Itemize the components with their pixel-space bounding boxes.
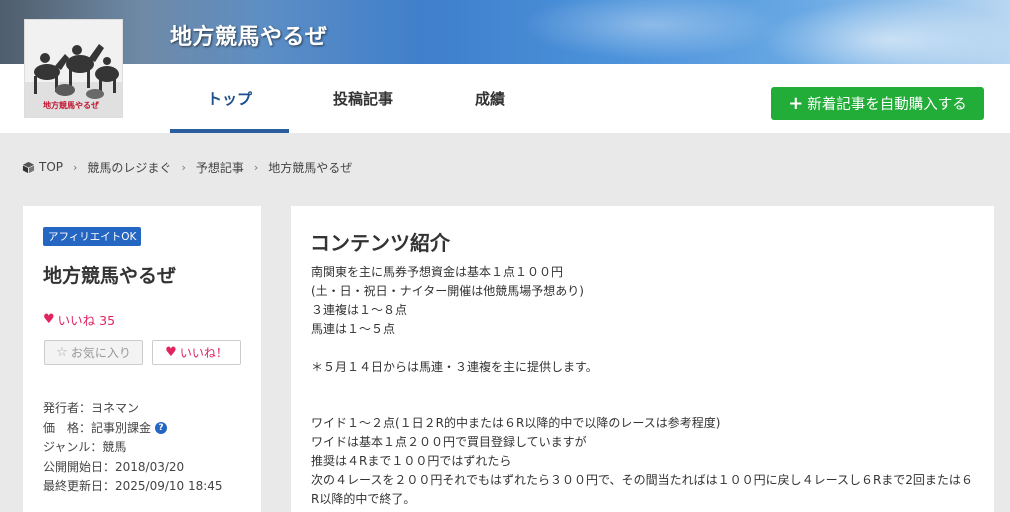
breadcrumb-current: 地方競馬やるぜ [268,160,353,175]
likes-count: ♥ いいね 35 [43,310,115,329]
meta-start-date-text: 公開開始日：2018/03/20 [43,459,185,474]
tab-top[interactable]: トップ [170,64,289,133]
meta-genre-text[interactable]: ジャンル：競馬 [43,438,126,458]
content-line: (土・日・祝日・ナイター開催は他競馬場予想あり) [311,283,584,298]
favorite-label: お気に入り [70,346,131,360]
breadcrumb-predictions[interactable]: 予想記事 [196,159,244,176]
content-body: 南関東を主に馬券予想資金は基本１点１００円 (土・日・祝日・ナイター開催は他競馬… [311,263,976,509]
auto-purchase-label: 新着記事を自動購入する [807,97,967,113]
chevron-right-icon: › [253,160,259,174]
content-line: R以降的中で終了。 [311,491,416,506]
meta-updated-text: 最終更新日：2025/09/10 18:45 [43,479,223,493]
breadcrumb-top[interactable]: TOP [39,160,63,174]
favorite-button[interactable]: ☆ お気に入り [44,340,143,365]
meta-publisher: 発行者：ヨネマン [43,399,223,419]
banner-cloud [520,0,780,60]
logo-caption: 地方競馬やるぜ [43,101,99,110]
content-line [311,339,976,358]
site-title[interactable]: 地方競馬やるぜ [170,19,328,51]
content-heading: コンテンツ紹介 [310,231,450,255]
affiliate-badge: アフィリエイトOK [43,227,142,246]
content-line: 南関東を主に馬券予想資金は基本１点１００円 [311,265,564,279]
magazine-title: 地方競馬やるぜ [43,265,177,287]
like-button[interactable]: ♥ いいね！ [152,340,241,365]
heart-icon: ♥ [43,312,55,327]
like-label: いいね！ [179,346,228,360]
chevron-right-icon: › [73,160,78,174]
tab-posts[interactable]: 投稿記事 [310,64,416,133]
likes-count-label: いいね 35 [57,313,116,328]
help-icon[interactable]: ? [155,422,168,435]
tab-label: 成績 [474,90,505,108]
cube-icon [22,161,35,173]
content-line: ３連複は１～８点 [311,302,408,317]
plus-icon: + [788,92,804,114]
tab-label: トップ [206,90,252,108]
banner-cloud [760,0,1010,64]
meta-price-text: 価 格：記事別課金 [43,420,152,435]
meta-genre: ジャンル：競馬 [43,438,223,458]
content-line: ワイドは基本１点２００円で買目登録していますが [311,435,587,450]
chevron-right-icon: › [181,160,186,174]
content-line: 馬連は１～５点 [311,321,396,336]
content-line [311,376,976,395]
star-icon: ☆ [56,345,68,360]
meta-start-date: 公開開始日：2018/03/20 [43,458,223,478]
auto-purchase-button[interactable]: + 新着記事を自動購入する [771,87,984,120]
content-line [311,395,976,414]
tab-label: 投稿記事 [332,90,393,108]
breadcrumb: TOP › 競馬のレジまぐ › 予想記事 › 地方競馬やるぜ [22,158,352,176]
content-line: 推奨は４Rまで１００円ではずれたら [311,454,512,469]
magazine-meta: 発行者：ヨネマン 価 格：記事別課金 ? ジャンル：競馬 公開開始日：2018/… [43,399,223,497]
tab-results[interactable]: 成績 [440,64,540,133]
magazine-info-card: アフィリエイトOK 地方競馬やるぜ ♥ いいね 35 ☆ お気に入り ♥ いいね… [23,206,261,512]
breadcrumb-keiba[interactable]: 競馬のレジまぐ [87,159,171,176]
content-intro-card: コンテンツ紹介 南関東を主に馬券予想資金は基本１点１００円 (土・日・祝日・ナイ… [291,206,994,512]
header-banner: 地方競馬やるぜ [0,0,1010,64]
content-line: 次の４レースを２００円それでもはずれたら３００円で、その間当たればは１００円に戻… [311,472,973,487]
site-logo[interactable]: 地方競馬やるぜ [24,19,123,118]
meta-publisher-text: 発行者：ヨネマン [43,401,140,415]
meta-updated: 最終更新日：2025/09/10 18:45 [43,477,223,497]
content-line: ワイド１～２点(１日２R的中または６R以降的中で以降のレースは参考程度) [311,416,721,431]
meta-price: 価 格：記事別課金 ? [43,419,223,439]
heart-icon: ♥ [165,345,177,360]
content-line: ＊５月１４日からは馬連・３連複を主に提供します。 [311,359,598,374]
